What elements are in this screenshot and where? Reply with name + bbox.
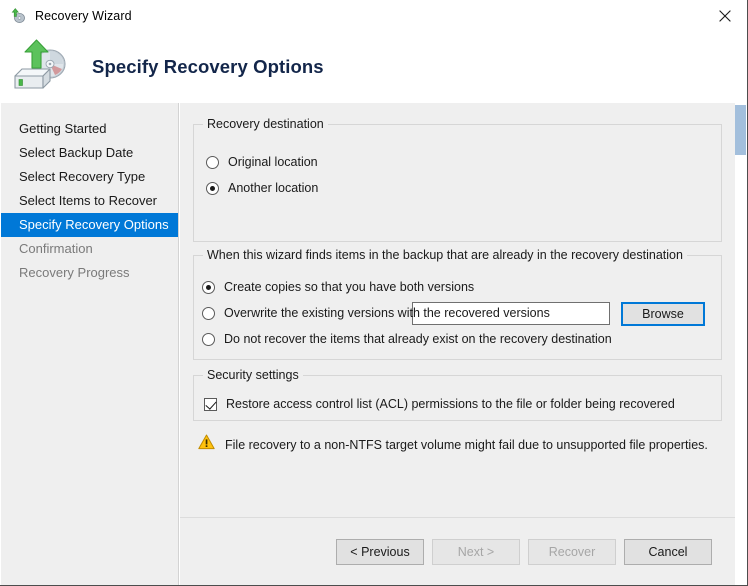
radio-do-not-recover[interactable]: Do not recover the items that already ex… [202, 332, 612, 346]
warning-message: File recovery to a non-NTFS target volum… [198, 434, 708, 455]
radio-do-not-recover-label: Do not recover the items that already ex… [224, 332, 612, 346]
sidebar-item-select-backup-date[interactable]: Select Backup Date [1, 141, 178, 165]
vertical-scrollbar[interactable] [735, 103, 746, 585]
wizard-steps-sidebar: Getting Started Select Backup Date Selec… [1, 103, 179, 585]
checkbox-restore-acl-label: Restore access control list (ACL) permis… [226, 397, 675, 411]
radio-another-location-indicator[interactable] [206, 181, 219, 195]
next-button: Next > [432, 539, 520, 565]
radio-do-not-recover-indicator[interactable] [202, 332, 215, 346]
cancel-button[interactable]: Cancel [624, 539, 712, 565]
recovery-destination-legend: Recovery destination [203, 117, 328, 131]
wizard-footer: < Previous Next > Recover Cancel [180, 517, 736, 585]
close-button[interactable] [702, 1, 747, 31]
radio-original-location[interactable]: Original location [206, 155, 318, 169]
recover-button: Recover [528, 539, 616, 565]
conflict-handling-legend: When this wizard finds items in the back… [203, 248, 687, 262]
radio-overwrite-existing-indicator[interactable] [202, 306, 215, 320]
radio-another-location-label: Another location [228, 181, 319, 195]
warning-triangle-icon [198, 434, 215, 455]
checkbox-restore-acl-indicator[interactable] [204, 397, 217, 411]
page-header: Specify Recovery Options [0, 31, 747, 103]
sidebar-item-select-recovery-type[interactable]: Select Recovery Type [1, 165, 178, 189]
sidebar-item-getting-started[interactable]: Getting Started [1, 117, 178, 141]
title-bar: Recovery Wizard [0, 0, 747, 31]
previous-button[interactable]: < Previous [336, 539, 424, 565]
sidebar-item-confirmation[interactable]: Confirmation [1, 237, 178, 261]
checkbox-restore-acl[interactable]: Restore access control list (ACL) permis… [204, 397, 675, 411]
radio-overwrite-existing[interactable]: Overwrite the existing versions with the… [202, 306, 550, 320]
radio-overwrite-existing-label: Overwrite the existing versions with the… [224, 306, 550, 320]
security-settings-legend: Security settings [203, 368, 303, 382]
radio-create-copies[interactable]: Create copies so that you have both vers… [202, 280, 474, 294]
recovery-disk-drive-icon [10, 38, 76, 96]
warning-text: File recovery to a non-NTFS target volum… [225, 437, 708, 452]
page-title: Specify Recovery Options [92, 56, 324, 77]
sidebar-item-select-items-to-recover[interactable]: Select Items to Recover [1, 189, 178, 213]
recovery-wizard-window: Recovery Wizard Specify Recovery Options… [0, 0, 748, 586]
scrollbar-thumb[interactable] [735, 105, 746, 155]
title-bar-left: Recovery Wizard [0, 7, 702, 25]
sidebar-item-specify-recovery-options[interactable]: Specify Recovery Options [1, 213, 178, 237]
radio-create-copies-label: Create copies so that you have both vers… [224, 280, 475, 294]
close-icon [719, 9, 731, 22]
radio-original-location-indicator[interactable] [206, 155, 219, 169]
window-title: Recovery Wizard [35, 8, 132, 23]
radio-original-location-label: Original location [228, 155, 318, 169]
sidebar-item-recovery-progress[interactable]: Recovery Progress [1, 261, 178, 285]
radio-another-location[interactable]: Another location [206, 181, 318, 195]
radio-create-copies-indicator[interactable] [202, 280, 215, 294]
recovery-disk-icon [9, 7, 27, 25]
